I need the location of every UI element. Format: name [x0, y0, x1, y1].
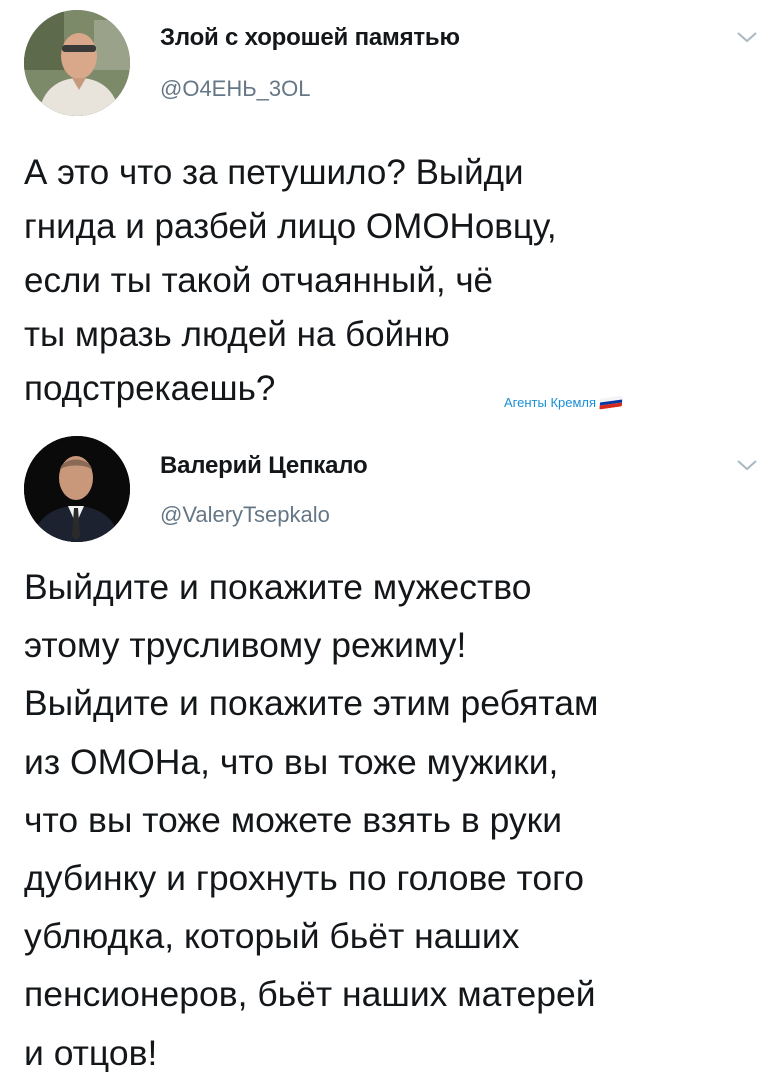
man-portrait-icon	[24, 10, 130, 116]
russian-flag-icon	[599, 395, 623, 410]
display-name[interactable]: Валерий Цепкало	[160, 452, 368, 480]
user-avatar[interactable]	[24, 436, 130, 542]
user-handle[interactable]: @О4ЕНЬ_3ОL	[160, 76, 311, 102]
tweet-card: Злой с хорошей памятью @О4ЕНЬ_3ОL А это …	[0, 0, 781, 430]
watermark-text: Агенты Кремля	[504, 395, 597, 410]
display-name[interactable]: Злой с хорошей памятью	[160, 24, 460, 52]
user-handle[interactable]: @ValeryTsepkalo	[160, 502, 330, 528]
man-in-suit-icon	[24, 436, 130, 542]
tweet-text: А это что за петушило? Выйди гнида и раз…	[24, 153, 557, 408]
tweet-card: Валерий Цепкало @ValeryTsepkalo Выйдите …	[0, 430, 781, 1080]
user-avatar[interactable]	[24, 10, 130, 116]
chevron-down-icon[interactable]	[736, 30, 758, 44]
tweet-text: Выйдите и покажите мужество этому трусли…	[24, 567, 599, 1073]
watermark: Агенты Кремля	[504, 395, 623, 410]
chevron-down-icon[interactable]	[736, 458, 758, 472]
